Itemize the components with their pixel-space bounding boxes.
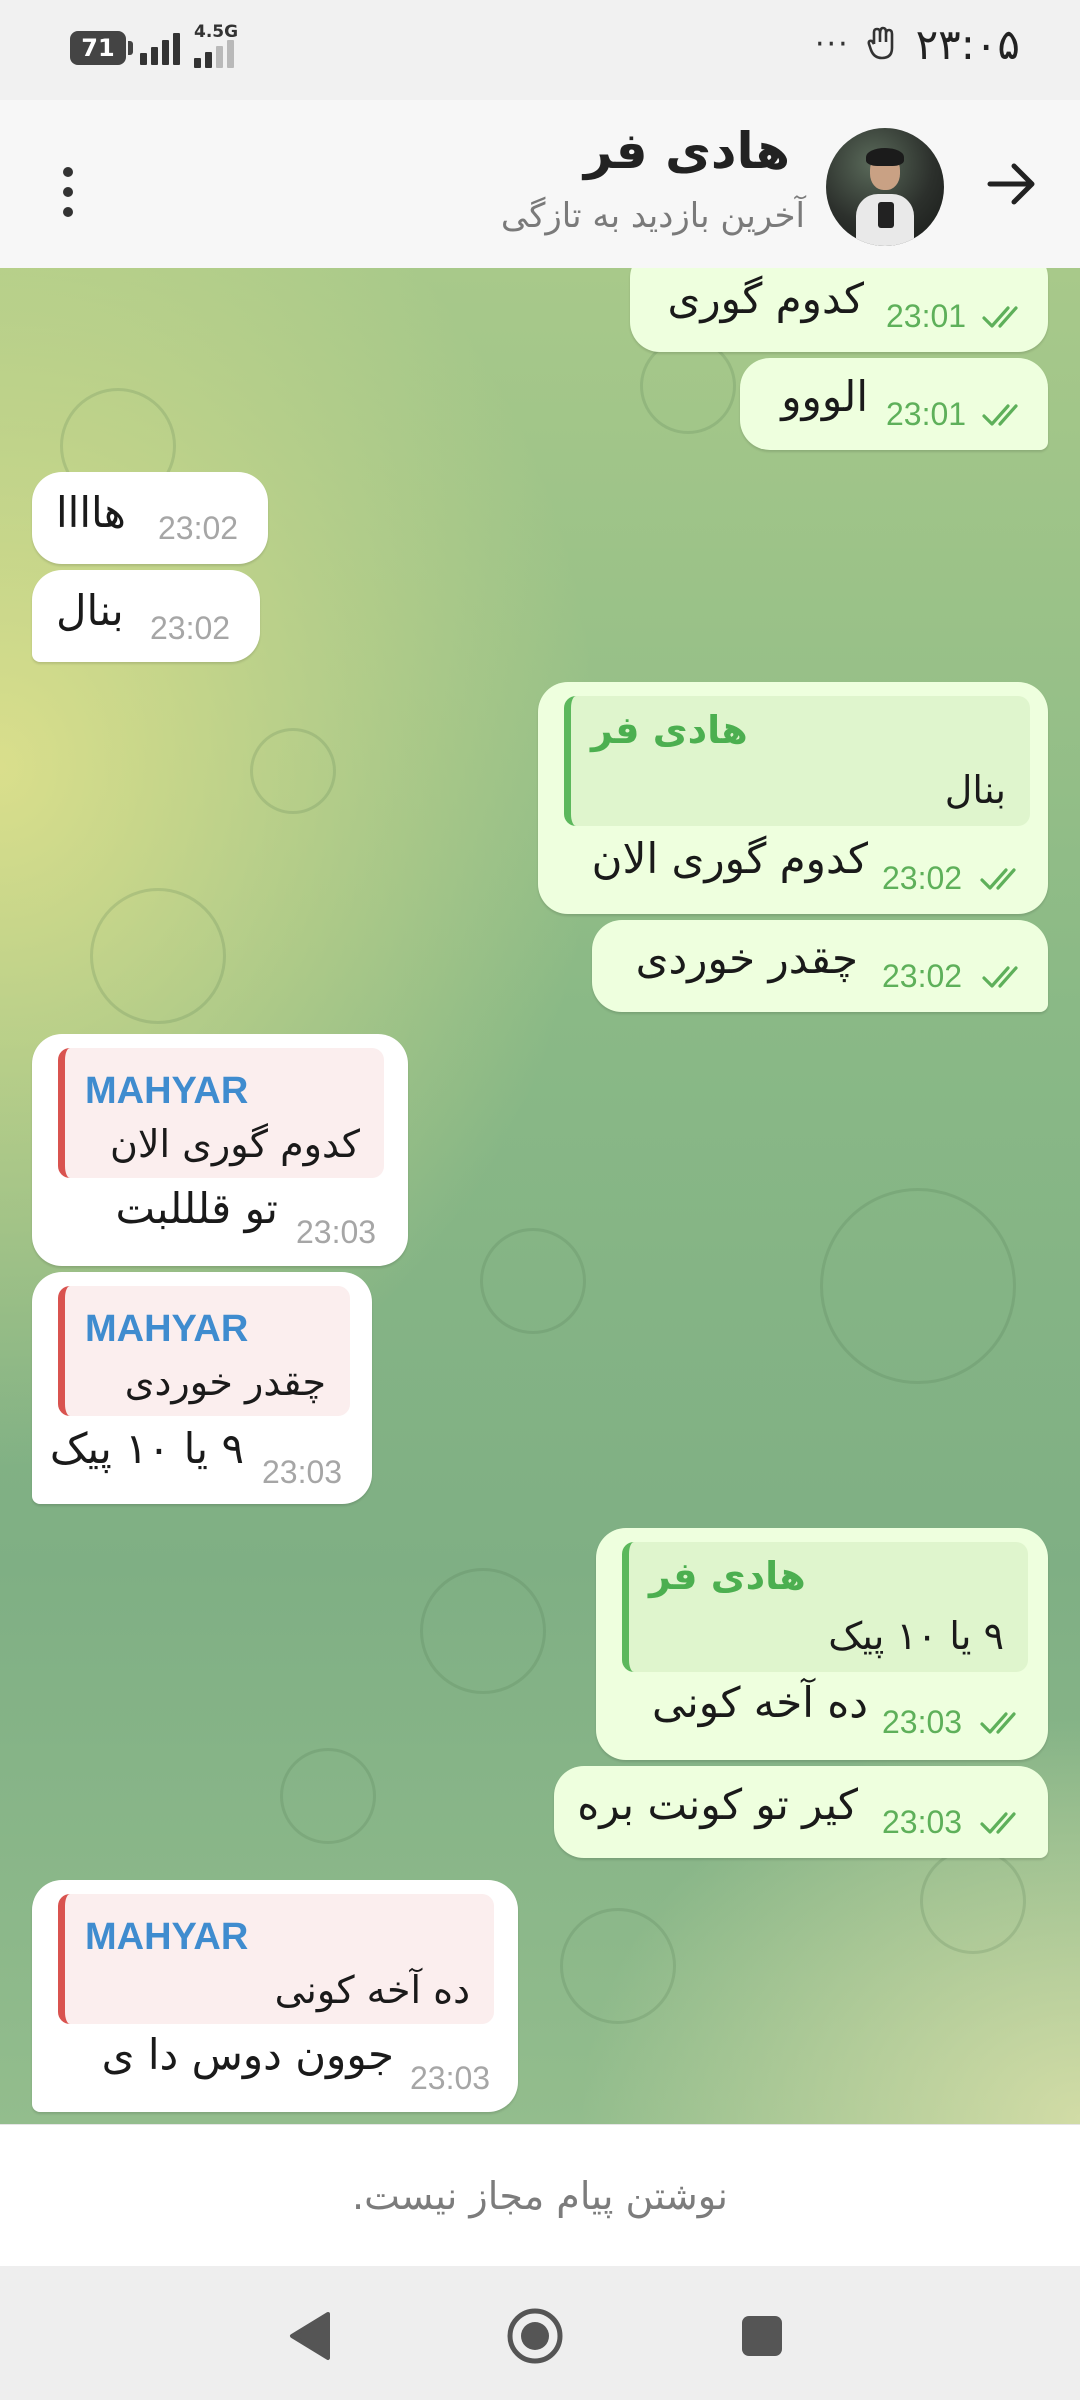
message-time: 23:02 [150,610,231,646]
status-icons: 71 4.5G [70,22,238,68]
doodle [480,1228,586,1334]
read-check-icon [980,1712,1016,1734]
message-text: کدوم گوری [667,274,864,323]
reply-sender: MAHYAR [85,1308,249,1350]
message-time: 23:03 [882,1704,963,1740]
last-seen-status: آخرین بازدید به تازگی [500,196,805,236]
doodle [250,728,336,814]
reply-preview[interactable]: MAHYAR چقدر خوردی [58,1286,350,1416]
doodle [420,1568,546,1694]
chat-header: هادی فر آخرین بازدید به تازگی [0,100,1080,269]
system-nav-bar [0,2266,1080,2400]
battery-level: 71 [81,34,115,62]
message-time: 23:02 [158,510,239,546]
message-time: 23:01 [886,298,967,334]
message-bubble-outgoing[interactable]: هادی فر ۹ یا ۱۰ پیک ده آخه کونی 23:03 [596,1528,1048,1760]
composer-disabled-bar: نوشتن پیام مجاز نیست. [0,2124,1080,2267]
read-check-icon [982,966,1018,988]
message-text: هاااا [56,488,126,537]
message-text: جوون دوس دا ی [101,2030,394,2079]
arrow-right-icon[interactable] [974,146,1050,222]
message-bubble-incoming[interactable]: بنال 23:02 [32,570,260,662]
message-time: 23:03 [296,1214,377,1250]
composer-notice: نوشتن پیام مجاز نیست. [352,2174,728,2218]
reply-text: چقدر خوردی [124,1360,326,1404]
doodle [280,1748,376,1844]
more-vertical-icon[interactable] [40,154,96,230]
reply-preview[interactable]: هادی فر بنال [564,696,1030,826]
message-bubble-incoming[interactable]: MAHYAR کدوم گوری الان تو قلللبت 23:03 [32,1034,408,1266]
mobile-data-icon: 4.5G [194,22,238,68]
message-text: ۹ یا ۱۰ پیک [49,1424,244,1473]
more-notifications-icon: ··· [815,27,850,62]
message-text: ده آخه کونی [652,1678,868,1727]
message-bubble-incoming[interactable]: MAHYAR چقدر خوردی ۹ یا ۱۰ پیک 23:03 [32,1272,372,1504]
reply-preview[interactable]: MAHYAR ده آخه کونی [58,1894,494,2024]
read-check-icon [980,868,1016,890]
status-right: ··· ۲۳:۰۵ [815,20,1020,69]
nav-home-icon[interactable] [495,2296,575,2376]
message-text: بنال [56,586,124,635]
signal-icon [140,31,180,65]
message-time: 23:02 [882,958,963,994]
reply-preview[interactable]: هادی فر ۹ یا ۱۰ پیک [622,1542,1028,1672]
hand-notification-icon [866,24,900,66]
clock: ۲۳:۰۵ [915,20,1020,69]
message-text: چقدر خوردی [635,934,858,983]
reply-preview[interactable]: MAHYAR کدوم گوری الان [58,1048,384,1178]
reply-text: ده آخه کونی [274,1968,470,2012]
message-text: کیر تو کونت بره [577,1780,858,1829]
network-type: 4.5G [194,22,239,42]
message-time: 23:02 [882,860,963,896]
reply-sender: هادی فر [591,708,748,752]
message-bubble-outgoing[interactable]: چقدر خوردی 23:02 [592,920,1048,1012]
message-time: 23:03 [882,1804,963,1840]
doodle [920,1848,1026,1954]
reply-text: کدوم گوری الان [109,1122,360,1166]
message-text: کدوم گوری الان [591,834,868,883]
read-check-icon [982,404,1018,426]
message-time: 23:03 [410,2060,491,2096]
reply-text: بنال [944,768,1006,812]
message-bubble-incoming[interactable]: هاااا 23:02 [32,472,268,564]
avatar[interactable] [826,128,944,246]
reply-text: ۹ یا ۱۰ پیک [828,1614,1004,1658]
chat-title[interactable]: هادی فر [584,122,790,180]
reply-sender: هادی فر [649,1554,806,1598]
doodle [640,338,736,434]
battery-icon: 71 [70,31,133,65]
message-time: 23:03 [262,1454,343,1490]
message-time: 23:01 [886,396,967,432]
message-bubble-incoming[interactable]: MAHYAR ده آخه کونی جوون دوس دا ی 23:03 [32,1880,518,2112]
read-check-icon [982,306,1018,328]
nav-recents-icon[interactable] [722,2296,802,2376]
message-bubble-outgoing[interactable]: کدوم گوری 23:01 [630,268,1048,352]
message-bubble-outgoing[interactable]: هادی فر بنال کدوم گوری الان 23:02 [538,682,1048,914]
chat-area[interactable]: کدوم گوری 23:01 الووو 23:01 هاااا 23:02 … [0,268,1080,2124]
read-check-icon [980,1812,1016,1834]
nav-back-icon[interactable] [270,2296,350,2376]
doodle [560,1908,676,2024]
message-text: الووو [781,372,868,421]
reply-sender: MAHYAR [85,1070,249,1112]
doodle [90,888,226,1024]
doodle [820,1188,1016,1384]
message-bubble-outgoing[interactable]: کیر تو کونت بره 23:03 [554,1766,1048,1858]
status-bar: 71 4.5G ··· ۲۳:۰۵ [0,0,1080,100]
message-text: تو قلللبت [115,1184,278,1233]
reply-sender: MAHYAR [85,1916,249,1958]
message-bubble-outgoing[interactable]: الووو 23:01 [740,358,1048,450]
